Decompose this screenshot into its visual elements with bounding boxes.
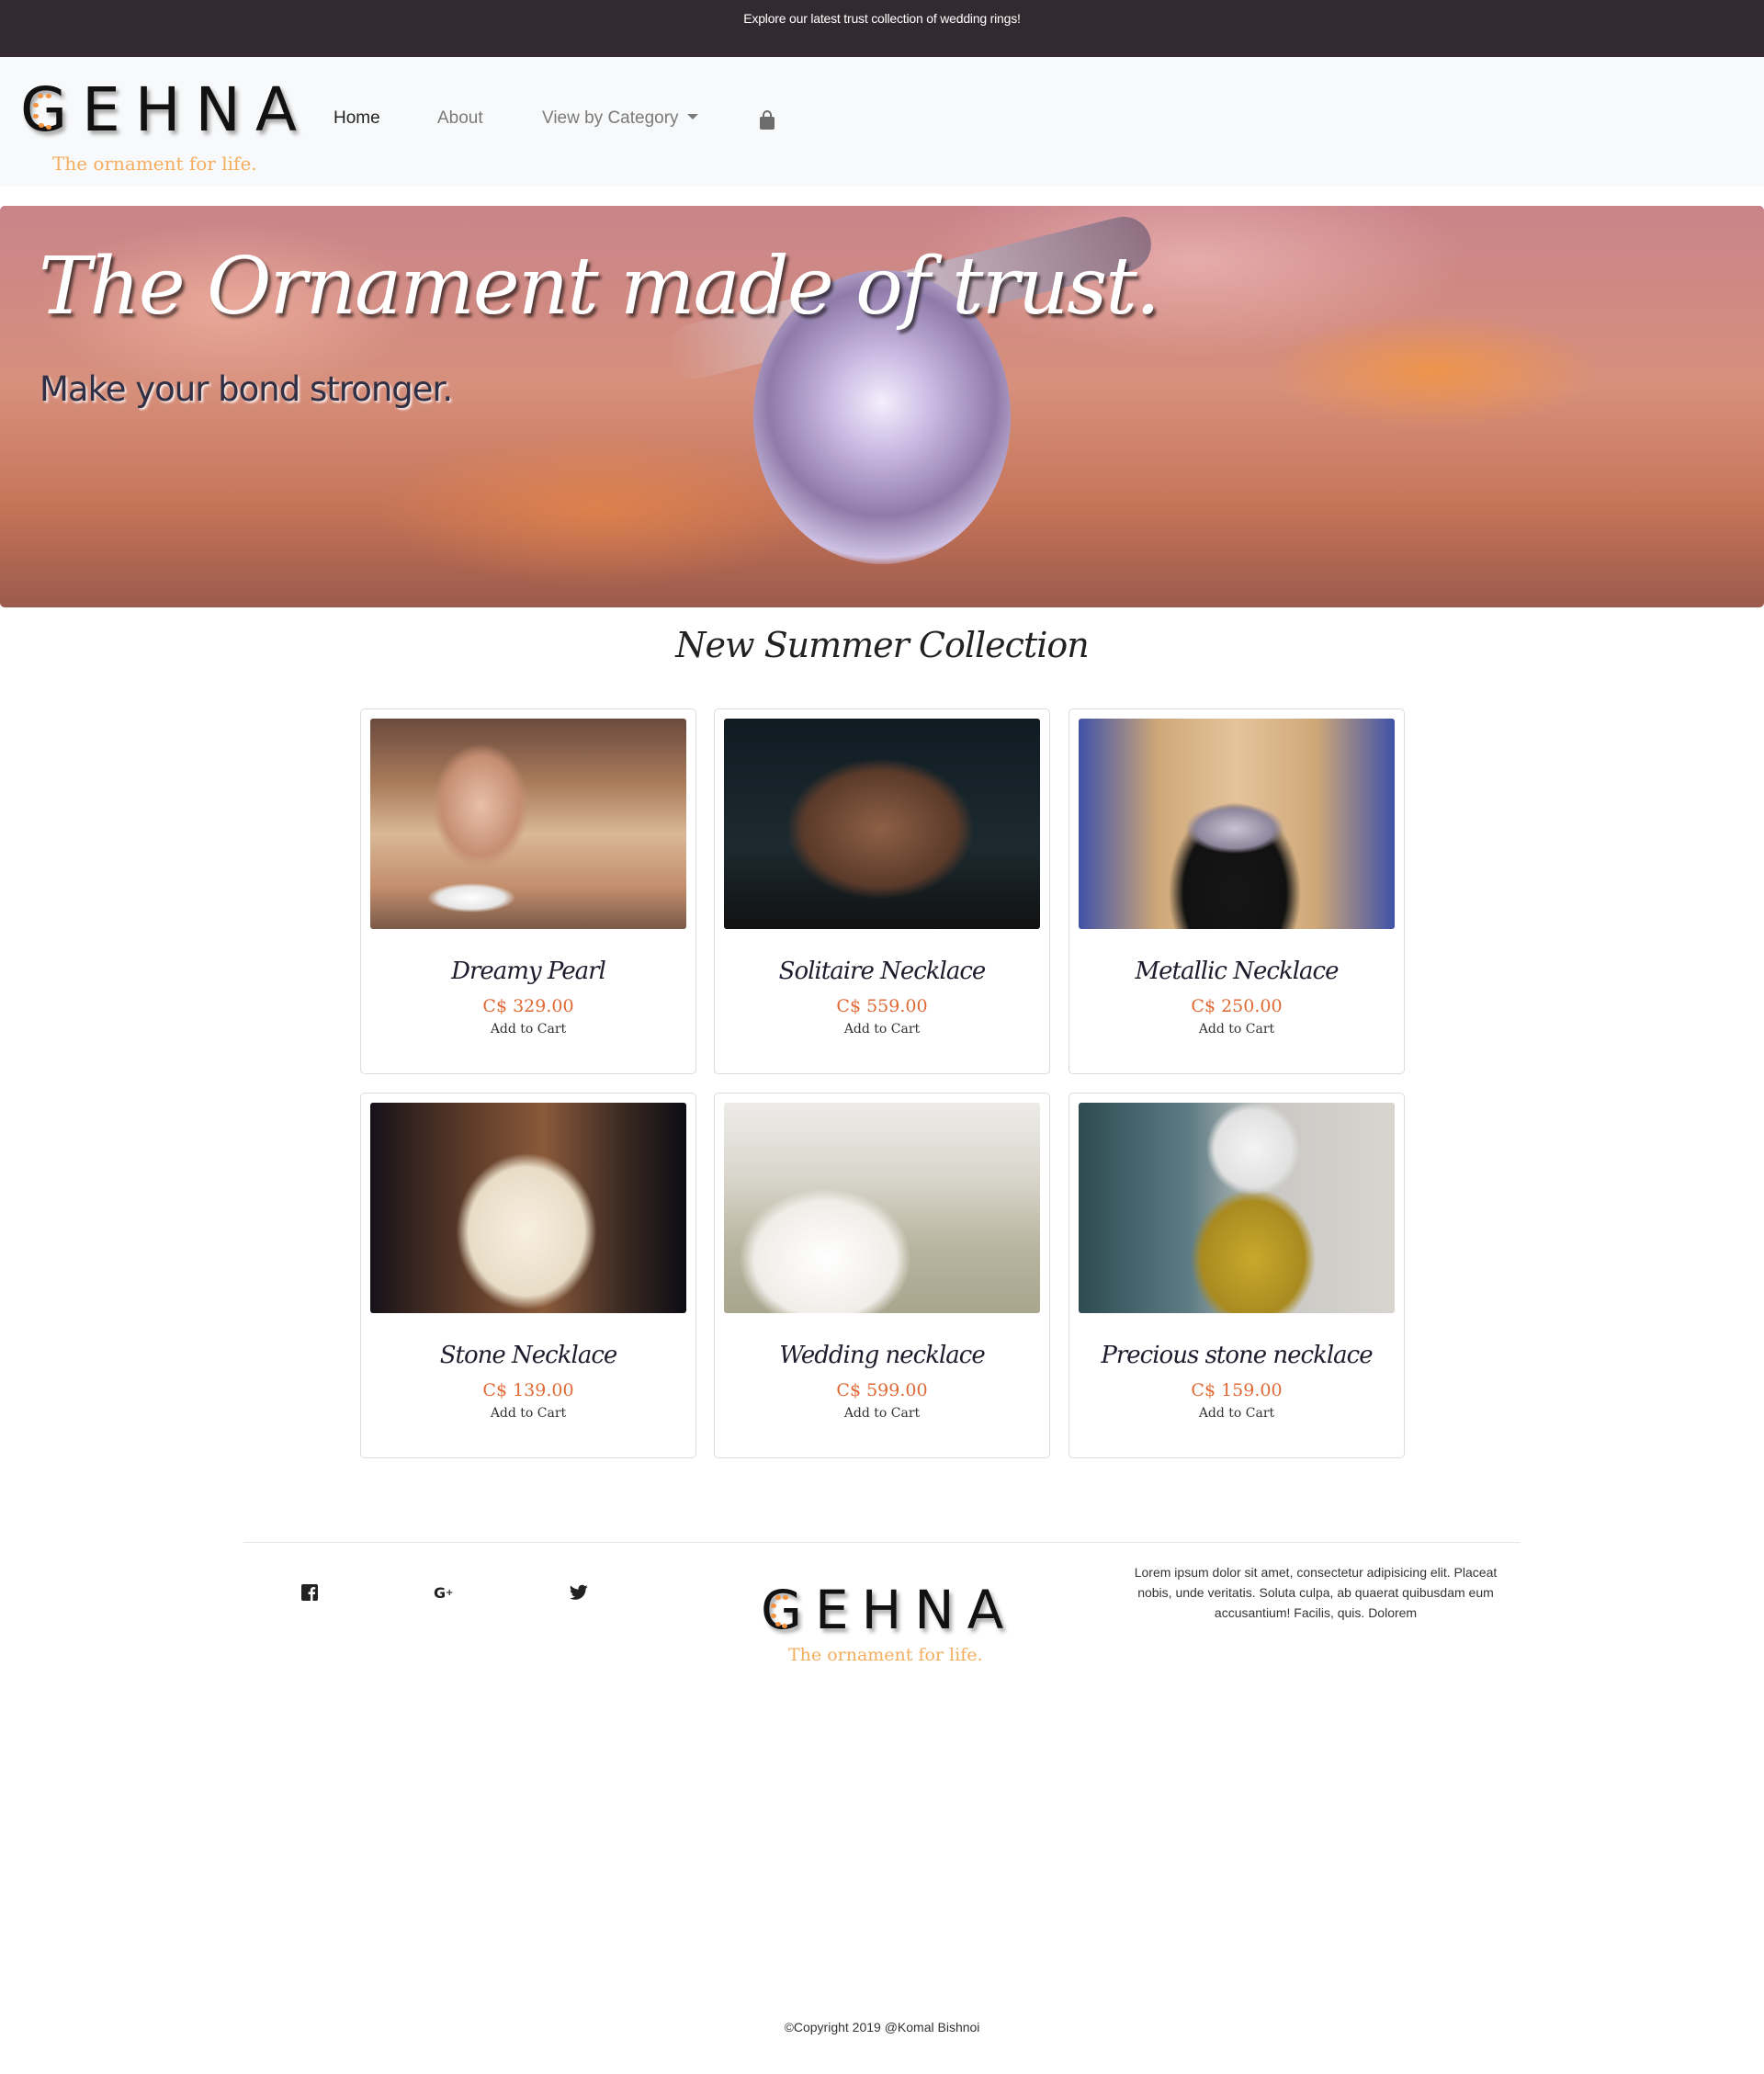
footer-brand-tagline: The ornament for life. xyxy=(788,1645,983,1665)
hero-banner: The Ornament made of trust. Make your bo… xyxy=(0,206,1764,607)
product-price: C$ 159.00 xyxy=(1191,1380,1283,1400)
product-image[interactable] xyxy=(1079,1103,1395,1313)
add-to-cart-button[interactable]: Add to Cart xyxy=(1069,1406,1404,1421)
add-to-cart-button[interactable]: Add to Cart xyxy=(715,1022,1049,1037)
svg-text:G: G xyxy=(434,1584,446,1601)
product-price: C$ 559.00 xyxy=(836,996,928,1016)
nav-view-by-category-label: View by Category xyxy=(542,108,679,128)
product-name: Precious stone necklace xyxy=(1101,1342,1373,1369)
product-card: Wedding necklace C$ 599.00 Add to Cart xyxy=(714,1093,1050,1458)
announcement-text: Explore our latest trust collection of w… xyxy=(743,11,1021,26)
copyright-text: ©Copyright 2019 @Komal Bishnoi xyxy=(784,2020,980,2034)
product-image[interactable] xyxy=(370,719,686,929)
add-to-cart-button[interactable]: Add to Cart xyxy=(1069,1022,1404,1037)
svg-text:+: + xyxy=(446,1588,453,1598)
product-name: Metallic Necklace xyxy=(1135,958,1340,985)
nav-view-by-category[interactable]: View by Category xyxy=(542,108,698,129)
product-price: C$ 599.00 xyxy=(836,1380,928,1400)
collection-title: New Summer Collection xyxy=(675,625,1089,665)
product-card: Precious stone necklace C$ 159.00 Add to… xyxy=(1069,1093,1405,1458)
logo-dots-decoration xyxy=(771,1595,791,1632)
add-to-cart-button[interactable]: Add to Cart xyxy=(361,1022,695,1037)
twitter-icon[interactable] xyxy=(569,1584,588,1603)
product-image[interactable] xyxy=(1079,719,1395,929)
product-name: Dreamy Pearl xyxy=(451,958,606,985)
product-price: C$ 250.00 xyxy=(1191,996,1283,1016)
product-card: Stone Necklace C$ 139.00 Add to Cart xyxy=(360,1093,696,1458)
footer-brand-logo: GEHNA The ornament for life. xyxy=(761,1582,1003,1674)
footer-brand-name: GEHNA xyxy=(761,1579,1017,1641)
main-nav: Home About View by Category xyxy=(0,108,827,136)
product-card: Metallic Necklace C$ 250.00 Add to Cart xyxy=(1069,708,1405,1074)
hero-subtitle: Make your bond stronger. xyxy=(40,369,453,409)
product-image[interactable] xyxy=(724,1103,1040,1313)
footer-divider xyxy=(243,1542,1520,1543)
footer-about-text: Lorem ipsum dolor sit amet, consectetur … xyxy=(1134,1565,1498,1620)
product-name: Solitaire Necklace xyxy=(778,958,987,985)
brand-tagline: The ornament for life. xyxy=(52,153,257,175)
product-image[interactable] xyxy=(724,719,1040,929)
shopping-bag-icon[interactable] xyxy=(759,110,775,130)
hero-title: The Ornament made of trust. xyxy=(39,241,1160,333)
nav-home[interactable]: Home xyxy=(334,108,380,129)
google-plus-icon[interactable]: G + xyxy=(434,1584,453,1603)
product-name: Wedding necklace xyxy=(779,1342,985,1369)
product-card: Dreamy Pearl C$ 329.00 Add to Cart xyxy=(360,708,696,1074)
nav-about[interactable]: About xyxy=(437,108,483,129)
chevron-down-icon xyxy=(686,113,698,119)
product-price: C$ 329.00 xyxy=(482,996,574,1016)
navbar: GEHNA The ornament for life. Home About … xyxy=(0,57,1764,187)
product-image[interactable] xyxy=(370,1103,686,1313)
announcement-bar: Explore our latest trust collection of w… xyxy=(0,0,1764,57)
product-price: C$ 139.00 xyxy=(482,1380,574,1400)
product-card: Solitaire Necklace C$ 559.00 Add to Cart xyxy=(714,708,1050,1074)
add-to-cart-button[interactable]: Add to Cart xyxy=(361,1406,695,1421)
product-name: Stone Necklace xyxy=(439,1342,618,1369)
add-to-cart-button[interactable]: Add to Cart xyxy=(715,1406,1049,1421)
facebook-icon[interactable] xyxy=(301,1584,320,1603)
